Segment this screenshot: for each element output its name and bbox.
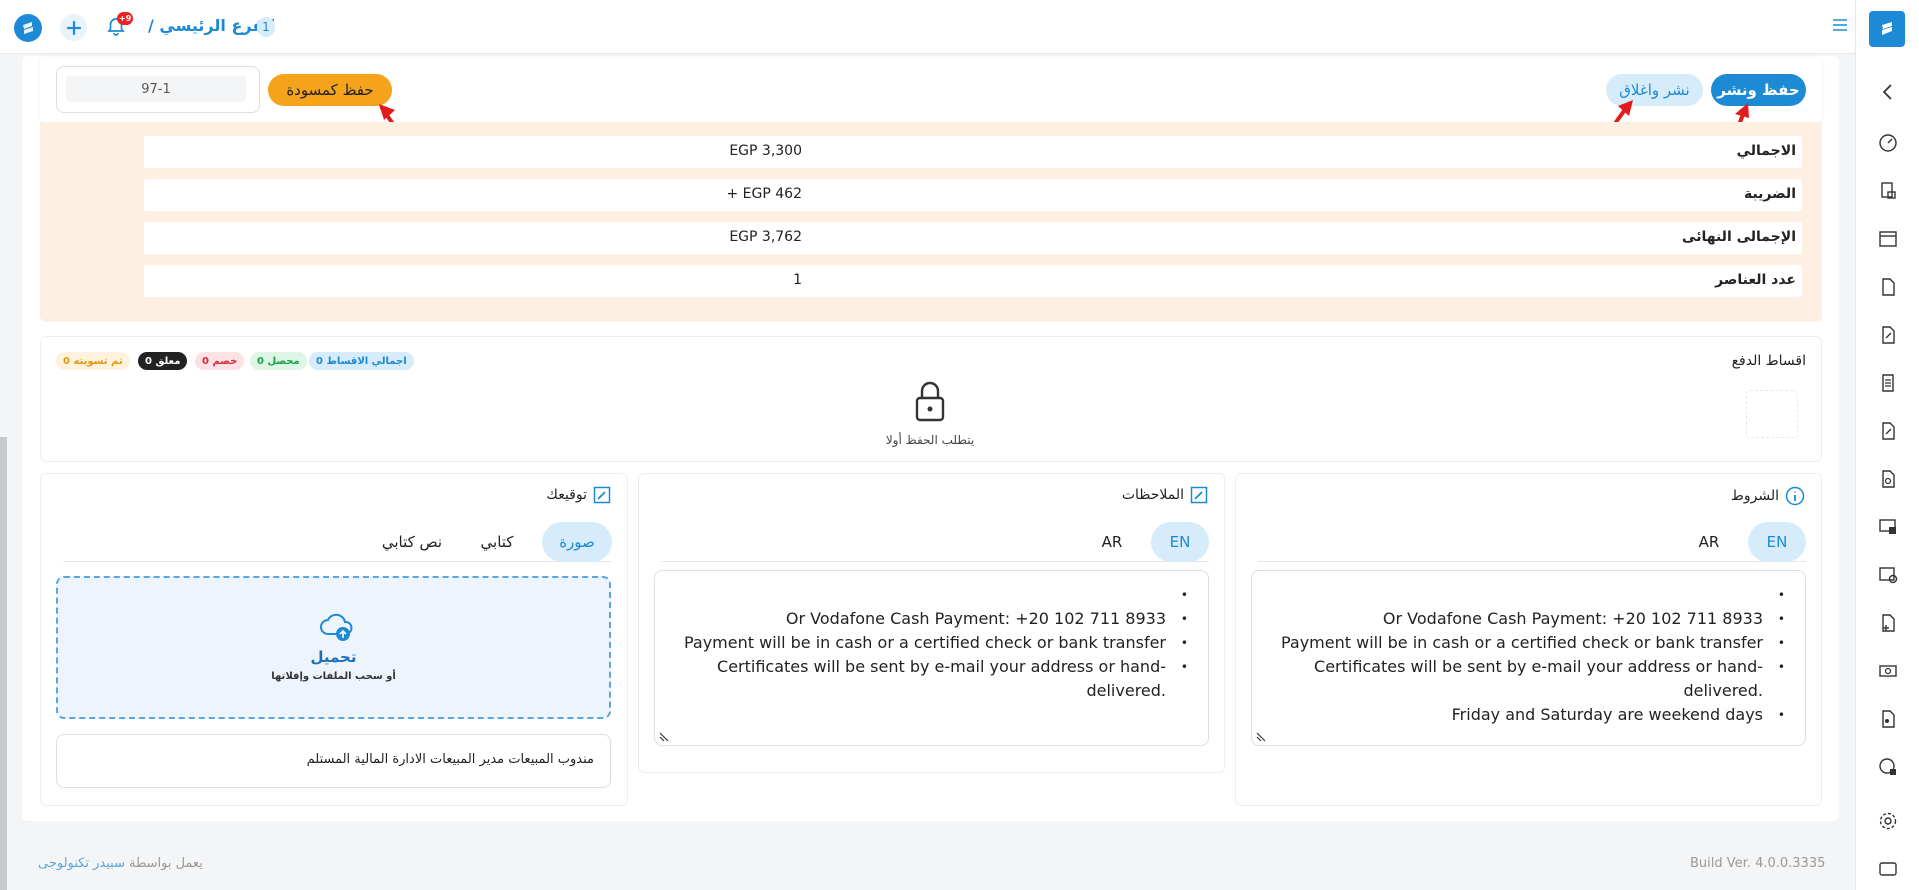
resize-handle-icon[interactable] [1256,732,1266,742]
tab-en[interactable]: EN [1748,522,1806,562]
text-line: Or Vodafone Cash Payment: +20 102 711 89… [1252,607,1785,631]
tab-ar[interactable]: AR [1087,522,1137,562]
window-icon[interactable] [1878,859,1898,879]
signature-panel: توقيعك صورة كتابي نص كتابي تحميل أو سحب … [40,473,628,806]
powered-by: يعمل بواسطة سبيدر تكنولوجى [38,856,203,871]
total-row: الاجمالي EGP 3,300 [144,136,1802,168]
row-label: الضريبة [1743,186,1796,202]
collapse-chevron-icon[interactable] [1878,82,1898,102]
return-document-icon[interactable] [1878,421,1898,441]
row-label: عدد العناصر [1715,272,1796,288]
items-count-row: عدد العناصر 1 [144,265,1802,297]
installments-total-badge: اجمالي الاقساط 0 [309,352,414,370]
reports-icon[interactable] [1878,757,1898,777]
powered-brand-link[interactable]: سبيدر تكنولوجى [38,856,125,871]
add-installment-placeholder [1746,390,1798,438]
register-icon[interactable] [1878,229,1898,249]
document-icon[interactable] [1878,277,1898,297]
notifications-button[interactable]: +9 [105,12,134,40]
notification-count-badge: +9 [117,12,134,25]
tab-en[interactable]: EN [1151,522,1209,562]
tab-image[interactable]: صورة [542,522,612,562]
terms-lang-tabs: EN AR [1258,522,1806,562]
signers-text: مندوب المبيعات مدير المبيعات الادارة الم… [306,752,594,767]
tab-text[interactable]: نص كتابي [372,522,452,562]
text-line [1252,583,1785,607]
grand-total-row: الإجمالى النهائى EGP 3,762 [144,222,1802,254]
row-value: EGP 3,300 [729,143,802,159]
text-line: Payment will be in cash or a certified c… [655,631,1188,655]
resize-handle-icon[interactable] [659,732,669,742]
tax-row: الضريبة + EGP 462 [144,179,1802,211]
notes-editor[interactable]: Or Vodafone Cash Payment: +20 102 711 89… [654,570,1209,746]
cloud-upload-icon [320,613,353,641]
collected-badge: محصل 0 [250,352,307,370]
user-document-icon[interactable] [1878,709,1898,729]
terms-panel: الشروط EN AR Or Vodafone Cash Payment: +… [1235,473,1822,806]
pos-icon[interactable] [1878,517,1898,537]
dashboard-icon[interactable] [1878,133,1898,153]
sidebar-logo[interactable] [1869,11,1905,47]
signature-tabs: صورة كتابي نص كتابي [63,522,612,562]
row-label: الإجمالى النهائى [1682,229,1796,245]
row-value: 1 [793,272,802,288]
upload-dropzone[interactable]: تحميل أو سحب الملفات وإفلاتها [56,576,611,719]
upload-hint: أو سحب الملفات وإفلاتها [271,671,396,682]
tab-ar[interactable]: AR [1684,522,1734,562]
edit-icon [1190,486,1208,504]
locked-text: يتطلب الحفظ أولا [885,433,975,447]
settings-gear-icon[interactable] [1878,811,1898,831]
cash-icon[interactable] [1878,661,1898,681]
text-line: Payment will be in cash or a certified c… [1252,631,1785,655]
notes-lang-tabs: EN AR [661,522,1209,562]
terms-editor[interactable]: Or Vodafone Cash Payment: +20 102 711 89… [1251,570,1806,746]
list-document-icon[interactable] [1878,373,1898,393]
menu-toggle-button[interactable] [1832,18,1848,34]
settled-badge: تم تسويته 0 [56,352,130,370]
sidebar [1855,0,1919,890]
doc-number-field[interactable]: 97-1 [66,76,246,102]
info-icon [1785,486,1805,506]
upload-title: تحميل [310,648,357,666]
notes-lines: Or Vodafone Cash Payment: +20 102 711 89… [655,583,1188,703]
signature-title-text: توقيعك [546,487,587,503]
text-line [655,583,1188,607]
discount-badge: خصم 0 [195,352,245,370]
installments-title: اقساط الدفع [1731,353,1806,369]
build-version: Build Ver. 4.0.0.3335 [1690,856,1826,871]
breadcrumb-badge: 1 [257,17,275,37]
text-line: Certificates will be sent by e-mail your… [1252,655,1785,703]
row-label: الاجمالي [1736,143,1796,159]
page-scrollbar[interactable] [0,437,7,890]
powered-prefix: يعمل بواسطة [128,856,203,871]
invoice-icon[interactable] [1878,181,1898,201]
terms-title-text: الشروط [1730,488,1779,504]
text-line: Or Vodafone Cash Payment: +20 102 711 89… [655,607,1188,631]
text-line: Certificates will be sent by e-mail your… [655,655,1188,703]
app-logo[interactable] [14,14,42,42]
save-draft-button[interactable]: حفظ كمسودة [268,74,392,106]
row-value: EGP 3,762 [729,229,802,245]
signature-title: توقيعك [546,486,611,504]
plus-icon [66,20,81,35]
hamburger-icon [1833,19,1847,31]
row-value: + EGP 462 [726,186,803,202]
receipt-icon[interactable] [1878,469,1898,489]
notes-title-text: الملاحظات [1121,487,1184,503]
edit-document-icon[interactable] [1878,325,1898,345]
notes-panel: الملاحظات EN AR Or Vodafone Cash Payment… [638,473,1225,773]
signers-field[interactable]: مندوب المبيعات مدير المبيعات الادارة الم… [56,734,611,788]
terms-lines: Or Vodafone Cash Payment: +20 102 711 89… [1252,583,1785,727]
add-button[interactable] [60,14,87,41]
payments-icon[interactable] [1878,565,1898,585]
notes-title: الملاحظات [1122,486,1208,504]
terms-title: الشروط [1731,486,1805,506]
top-bar: +9 الفرع الرئيسي / 1 [0,0,1855,54]
add-document-icon[interactable] [1878,613,1898,633]
edit-icon [593,486,611,504]
pending-badge: معلق 0 [138,352,188,370]
lock-icon [915,381,945,422]
text-line: Friday and Saturday are weekend days [1252,703,1785,727]
tab-written[interactable]: كتابي [467,522,527,562]
